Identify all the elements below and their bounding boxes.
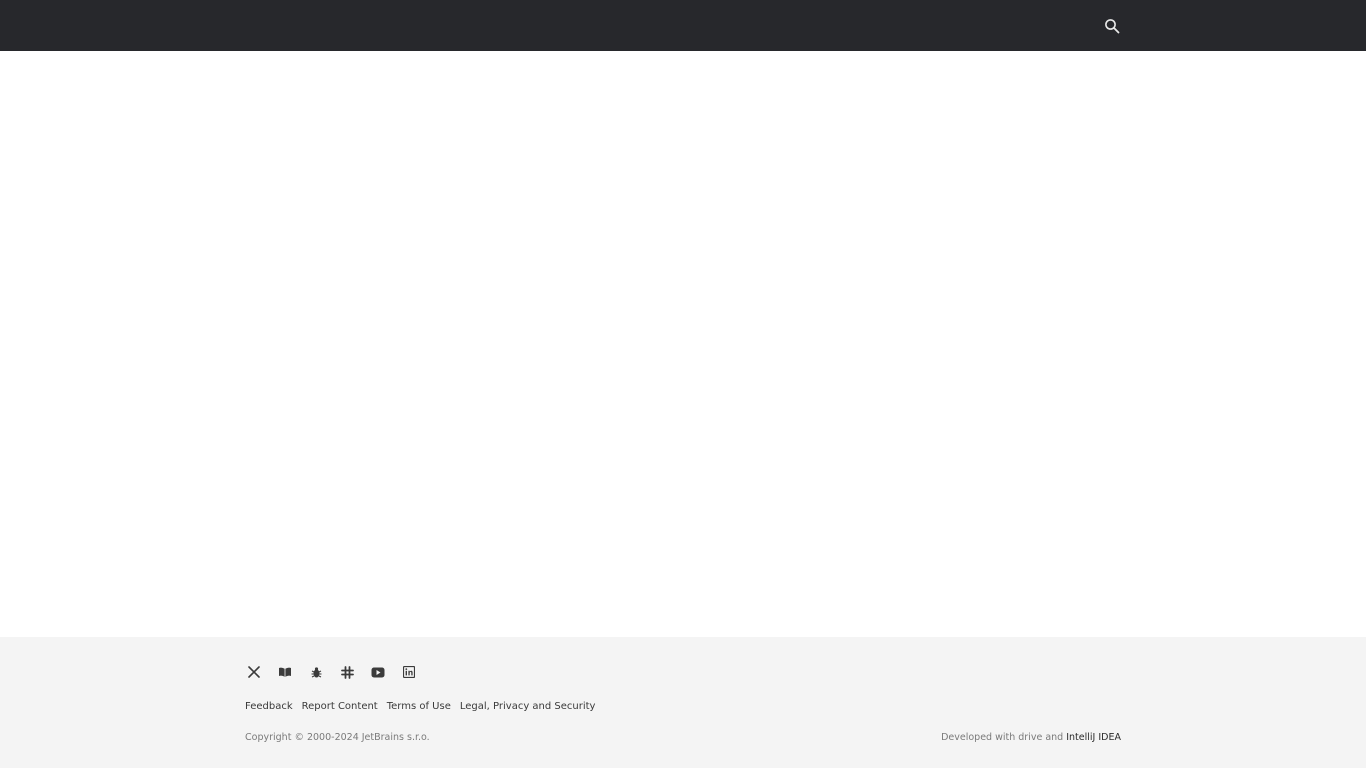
bug-tracker-icon[interactable] [307,663,325,681]
copyright-text: Copyright © 2000-2024 JetBrains s.r.o. [245,732,430,743]
social-links [245,663,418,681]
developed-with-prefix: Developed with drive and [941,732,1067,743]
top-navigation-bar [0,0,1366,51]
intellij-idea-link[interactable]: IntelliJ IDEA [1066,732,1121,743]
x-twitter-icon[interactable] [245,663,263,681]
terms-of-use-link[interactable]: Terms of Use [387,701,451,712]
search-button[interactable] [1102,16,1122,36]
search-icon [1105,19,1120,34]
feedback-link[interactable]: Feedback [245,701,293,712]
linkedin-icon[interactable] [400,663,418,681]
youtube-icon[interactable] [369,663,387,681]
footer-links: Feedback Report Content Terms of Use Leg… [245,701,595,712]
legal-privacy-link[interactable]: Legal, Privacy and Security [460,701,596,712]
blog-icon[interactable] [276,663,294,681]
developed-with: Developed with drive and IntelliJ IDEA [941,732,1121,743]
footer: Feedback Report Content Terms of Use Leg… [0,637,1366,768]
slack-icon[interactable] [338,663,356,681]
report-content-link[interactable]: Report Content [302,701,378,712]
main-content [0,51,1366,637]
